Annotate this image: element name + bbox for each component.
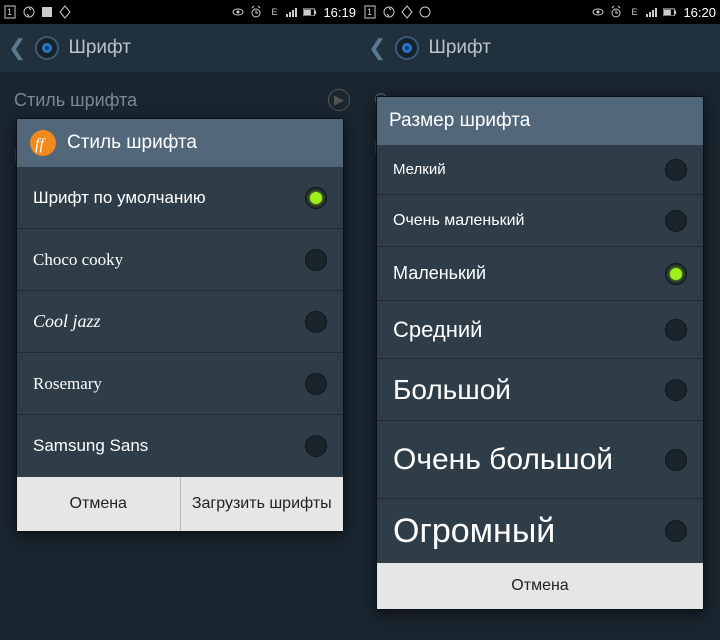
- radio-icon: [665, 379, 687, 401]
- app-icon: [400, 5, 414, 19]
- status-time: 16:19: [323, 5, 356, 20]
- sync-icon: [22, 5, 36, 19]
- sync2-icon: [418, 5, 432, 19]
- download-fonts-button[interactable]: Загрузить шрифты: [181, 477, 344, 531]
- cancel-button-label: Отмена: [70, 495, 127, 513]
- download-button-label: Загрузить шрифты: [192, 495, 332, 513]
- app-header: ❮ Шрифт: [360, 24, 720, 72]
- page-title: Шрифт: [68, 37, 131, 59]
- dialog-title: Стиль шрифта: [67, 132, 197, 154]
- radio-icon: [665, 210, 687, 232]
- radio-icon: [305, 435, 327, 457]
- font-size-option[interactable]: Большой: [377, 359, 703, 421]
- option-label: Samsung Sans: [33, 436, 148, 456]
- signal-icon: [285, 5, 299, 19]
- cancel-button[interactable]: Отмена: [377, 563, 703, 609]
- dialog-font-size: Размер шрифта Мелкий Очень маленький Мален…: [376, 96, 704, 610]
- status-bar: 1 E 16:19: [0, 0, 360, 24]
- status-time: 16:20: [683, 5, 716, 20]
- dialog-title: Размер шрифта: [389, 110, 530, 132]
- radio-icon: [305, 373, 327, 395]
- app-header: ❮ Шрифт: [0, 24, 360, 72]
- option-label: Большой: [393, 374, 665, 406]
- network-icon: E: [627, 5, 641, 19]
- network-icon: E: [267, 5, 281, 19]
- font-style-option[interactable]: Шрифт по умолчанию: [17, 167, 343, 229]
- font-style-option[interactable]: Rosemary: [17, 353, 343, 415]
- alarm-icon: [609, 5, 623, 19]
- radio-icon: [305, 187, 327, 209]
- radio-icon: [665, 159, 687, 181]
- option-label: Шрифт по умолчанию: [33, 188, 206, 208]
- radio-icon: [305, 311, 327, 333]
- signal-icon: [645, 5, 659, 19]
- radio-icon: [305, 249, 327, 271]
- back-icon[interactable]: ❮: [8, 35, 26, 61]
- cancel-button[interactable]: Отмена: [17, 477, 181, 531]
- font-size-option[interactable]: Очень маленький: [377, 195, 703, 247]
- font-style-option[interactable]: Samsung Sans: [17, 415, 343, 477]
- page-title: Шрифт: [428, 37, 491, 59]
- font-style-option[interactable]: Choco cooky: [17, 229, 343, 291]
- screenshot-icon: [40, 5, 54, 19]
- option-label: Choco cooky: [33, 250, 123, 270]
- app-icon: [58, 5, 72, 19]
- dialog-header: Размер шрифта: [377, 97, 703, 145]
- alarm-icon: [249, 5, 263, 19]
- sim-icon: 1: [4, 5, 18, 19]
- sync-icon: [382, 5, 396, 19]
- dialog-button-bar: Отмена Загрузить шрифты: [17, 477, 343, 531]
- radio-icon: [665, 319, 687, 341]
- eye-icon: [231, 5, 245, 19]
- svg-text:1: 1: [367, 7, 372, 17]
- dialog-header: ff Стиль шрифта: [17, 119, 343, 167]
- radio-icon: [665, 263, 687, 285]
- dialog-button-bar: Отмена: [377, 563, 703, 609]
- font-size-option[interactable]: Очень большой: [377, 421, 703, 499]
- battery-icon: [663, 5, 677, 19]
- back-icon[interactable]: ❮: [368, 35, 386, 61]
- gear-icon: [34, 35, 60, 61]
- battery-icon: [303, 5, 317, 19]
- svg-text:1: 1: [7, 7, 12, 17]
- fontface-icon: ff: [29, 129, 57, 157]
- chevron-right-icon: ▶: [328, 89, 350, 111]
- radio-icon: [665, 449, 687, 471]
- option-label: Огромный: [393, 512, 665, 551]
- font-size-option[interactable]: Мелкий: [377, 145, 703, 195]
- setting-row-label: Стиль шрифта: [14, 90, 137, 111]
- font-style-option[interactable]: Cool jazz: [17, 291, 343, 353]
- option-label: Rosemary: [33, 374, 102, 394]
- option-label: Маленький: [393, 263, 665, 284]
- sim-icon: 1: [364, 5, 378, 19]
- option-label: Средний: [393, 317, 665, 343]
- option-label: Мелкий: [393, 161, 665, 178]
- font-size-option[interactable]: Средний: [377, 301, 703, 359]
- eye-icon: [591, 5, 605, 19]
- radio-icon: [665, 520, 687, 542]
- gear-icon: [394, 35, 420, 61]
- screen-font-size: 1 E 16:20 ❮ Шрифт С F: [360, 0, 720, 640]
- option-label: Cool jazz: [33, 311, 101, 332]
- option-label: Очень большой: [393, 444, 665, 476]
- font-size-option[interactable]: Огромный: [377, 499, 703, 563]
- option-label: Очень маленький: [393, 212, 665, 230]
- dialog-font-style: ff Стиль шрифта Шрифт по умолчанию Choco …: [16, 118, 344, 532]
- font-size-option[interactable]: Маленький: [377, 247, 703, 301]
- screen-font-style: 1 E 16:19 ❮ Шрифт Стиль шрифта: [0, 0, 360, 640]
- cancel-button-label: Отмена: [511, 577, 568, 595]
- status-bar: 1 E 16:20: [360, 0, 720, 24]
